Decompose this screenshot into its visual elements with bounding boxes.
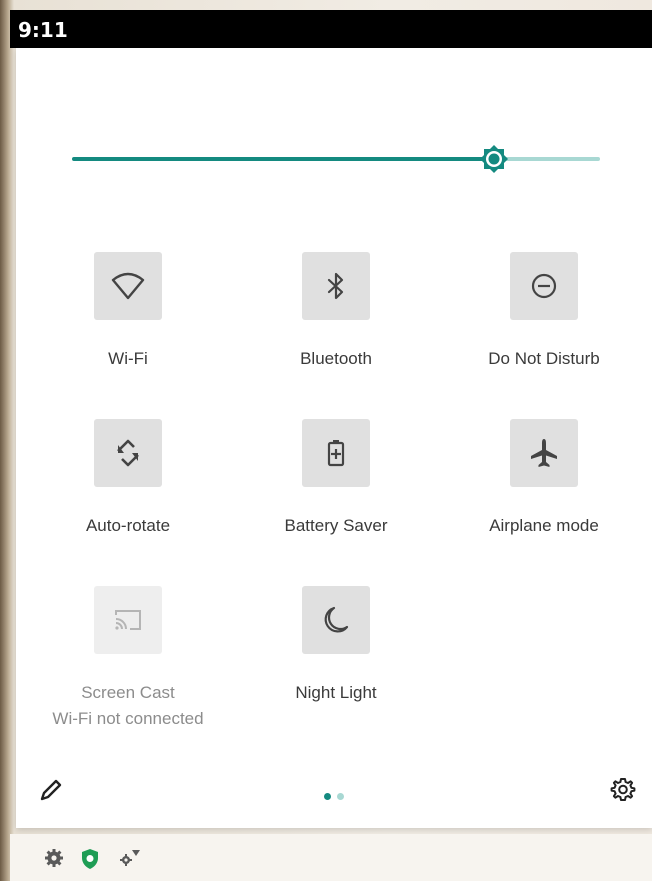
tile-auto-rotate[interactable]: Auto-rotate bbox=[28, 419, 228, 539]
tile-night-light[interactable]: Night Light bbox=[236, 586, 436, 706]
settings-icon bbox=[45, 849, 63, 867]
tile-label: Auto-rotate bbox=[85, 516, 171, 535]
tile-wifi[interactable]: Wi-Fi bbox=[28, 252, 228, 372]
tile-label: Airplane mode bbox=[489, 516, 599, 535]
brightness-track-active bbox=[72, 157, 495, 161]
tile-label: Night Light bbox=[295, 683, 377, 702]
tile-label: Battery Saver bbox=[284, 516, 388, 535]
tile-wifi-button[interactable] bbox=[94, 252, 162, 320]
shield-icon bbox=[82, 849, 98, 869]
tile-battery-saver[interactable]: Battery Saver bbox=[236, 419, 436, 539]
battery-saver-icon bbox=[327, 440, 345, 467]
tile-airplane-mode[interactable]: Airplane mode bbox=[444, 419, 644, 539]
tile-sublabel: Wi-Fi not connected bbox=[52, 709, 204, 728]
network-settings-icon bbox=[120, 850, 140, 866]
edit-icon[interactable] bbox=[38, 777, 64, 803]
page-dot-active bbox=[324, 793, 331, 800]
page-dot bbox=[337, 793, 344, 800]
gear-icon[interactable] bbox=[610, 777, 636, 803]
quick-settings-panel: Wi-Fi Bluetooth Do Not Disturb Auto-rota… bbox=[16, 48, 652, 828]
tile-screen-cast[interactable]: Screen Cast Wi-Fi not connected bbox=[28, 586, 228, 732]
page-indicator bbox=[324, 787, 350, 805]
tile-battery-saver-button[interactable] bbox=[302, 419, 370, 487]
tile-label: Do Not Disturb bbox=[488, 349, 600, 368]
tile-label: Screen Cast bbox=[81, 683, 175, 702]
tile-airplane-button[interactable] bbox=[510, 419, 578, 487]
brightness-thumb-icon[interactable] bbox=[479, 144, 509, 174]
quick-settings-footer bbox=[16, 763, 652, 813]
wifi-icon bbox=[111, 272, 145, 300]
notification-icons-row bbox=[10, 834, 652, 881]
status-bar: 9:11 bbox=[10, 10, 652, 48]
tile-do-not-disturb[interactable]: Do Not Disturb bbox=[444, 252, 644, 372]
do-not-disturb-icon bbox=[531, 273, 557, 299]
tile-auto-rotate-button[interactable] bbox=[94, 419, 162, 487]
brightness-track-rest bbox=[494, 157, 600, 161]
tile-label: Wi-Fi bbox=[108, 349, 148, 368]
bluetooth-icon bbox=[327, 272, 344, 300]
brightness-slider[interactable] bbox=[72, 144, 600, 174]
tile-screen-cast-button[interactable] bbox=[94, 586, 162, 654]
airplane-icon bbox=[531, 439, 557, 467]
tile-bluetooth[interactable]: Bluetooth bbox=[236, 252, 436, 372]
tile-label: Bluetooth bbox=[300, 349, 372, 368]
tile-bluetooth-button[interactable] bbox=[302, 252, 370, 320]
auto-rotate-icon bbox=[117, 439, 139, 467]
night-light-icon bbox=[324, 606, 349, 633]
screen-cast-icon bbox=[115, 610, 141, 630]
clock: 9:11 bbox=[18, 18, 68, 42]
tile-dnd-button[interactable] bbox=[510, 252, 578, 320]
tile-night-light-button[interactable] bbox=[302, 586, 370, 654]
